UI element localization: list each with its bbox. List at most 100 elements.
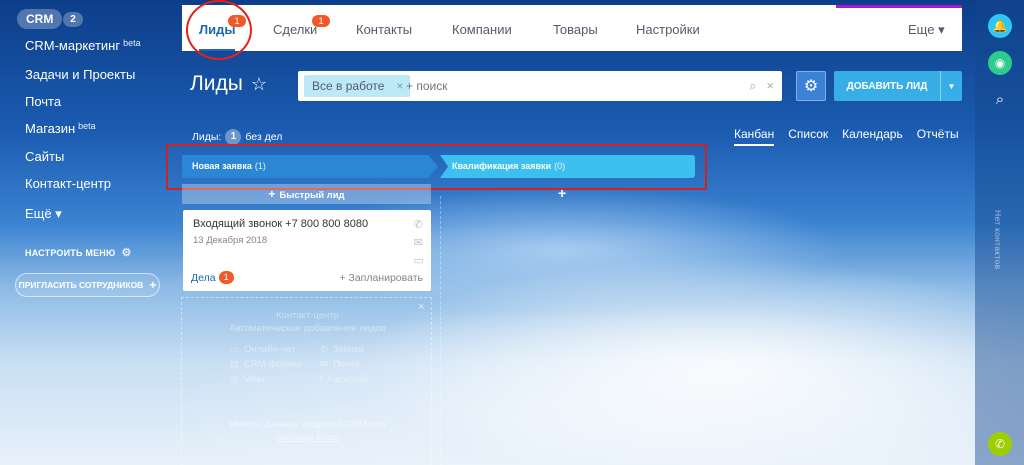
- channel-label: Почта: [332, 359, 360, 370]
- quick-lead-button[interactable]: + Быстрый лид: [182, 184, 431, 204]
- menu-item-more[interactable]: Ещё ▾: [25, 206, 62, 222]
- lead-card-date: 13 Декабря 2018: [193, 235, 268, 246]
- menu-item-label: Магазин: [25, 121, 76, 136]
- highlight-circle: [186, 0, 252, 60]
- add-to-stage-button[interactable]: +: [558, 185, 566, 201]
- tab-contacts[interactable]: Контакты: [356, 8, 412, 51]
- tab-label: Еще ▾: [908, 22, 945, 37]
- chevron-down-icon[interactable]: ▼: [940, 71, 962, 101]
- filter-tag[interactable]: Все в работе ×: [304, 75, 411, 97]
- tab-products[interactable]: Товары: [553, 8, 598, 51]
- notification-badge: 1: [312, 15, 330, 27]
- plus-icon: +: [268, 187, 276, 201]
- beta-tag: beta: [78, 121, 96, 131]
- menu-item-contact-center[interactable]: Контакт-центр: [25, 176, 111, 191]
- crm-menu-item[interactable]: CRM: [17, 9, 63, 29]
- channel-facebook[interactable]: f Facebook: [320, 374, 390, 385]
- channel-label: Звонки: [332, 344, 364, 355]
- close-icon[interactable]: ×: [418, 301, 424, 313]
- channel-list: ▭ Онлайн-чат ✆ Звонки ▤ CRM-формы ✉ Почта ◎ V…: [230, 344, 390, 385]
- column-divider: [440, 196, 441, 465]
- page-title: Лиды ☆: [190, 72, 267, 96]
- mail-icon[interactable]: ✉: [414, 236, 424, 251]
- close-icon[interactable]: ×: [396, 75, 403, 97]
- menu-item-shop[interactable]: Магазин beta: [25, 121, 96, 136]
- channel-crm-forms[interactable]: ▤ CRM-формы: [230, 359, 320, 370]
- menu-item-label: CRM-маркетинг: [25, 38, 121, 53]
- leads-count[interactable]: 1: [225, 129, 242, 145]
- view-reports[interactable]: Отчёты: [917, 127, 959, 146]
- channel-label: Онлайн-чат: [243, 344, 296, 355]
- tab-label: Сделки: [273, 22, 318, 37]
- channel-online-chat[interactable]: ▭ Онлайн-чат: [230, 344, 320, 355]
- leads-summary: Лиды: 1 без дел: [192, 129, 282, 145]
- chat-icon[interactable]: ▭: [414, 254, 424, 269]
- tab-companies[interactable]: Компании: [452, 8, 512, 51]
- channel-label: Facebook: [327, 374, 370, 385]
- settings-button[interactable]: ⚙: [796, 71, 826, 101]
- tab-label: Настройки: [636, 22, 700, 37]
- bell-icon[interactable]: 🔔: [988, 14, 1012, 38]
- accent-strip: [836, 5, 962, 8]
- menu-item-tasks[interactable]: Задачи и Проекты: [25, 67, 135, 82]
- chat-icon[interactable]: ◉: [988, 51, 1012, 75]
- mail-icon: ✉: [320, 359, 328, 370]
- phone-icon[interactable]: ✆: [414, 218, 424, 233]
- deals-link[interactable]: Дела 1: [191, 271, 234, 284]
- filter-search-bar[interactable]: Все в работе × ⌕ ×: [298, 71, 782, 101]
- left-menu: CRM 2 CRM-маркетинг beta Задачи и Проекты…: [0, 0, 170, 465]
- chat-icon: ▭: [230, 344, 239, 355]
- deals-label: Дела: [191, 271, 216, 284]
- channel-calls[interactable]: ✆ Звонки: [320, 344, 390, 355]
- tab-label: Товары: [553, 22, 598, 37]
- search-icon[interactable]: ⌕: [749, 71, 756, 101]
- page-title-text: Лиды: [190, 72, 243, 95]
- add-lead-button[interactable]: ДОБАВИТЬ ЛИД ▼: [834, 71, 962, 101]
- add-lead-label: ДОБАВИТЬ ЛИД: [846, 80, 928, 92]
- star-icon[interactable]: ☆: [251, 74, 267, 95]
- contact-center-label: Контакт-центр: [276, 310, 339, 321]
- lead-card[interactable]: Входящий звонок +7 800 800 8080 13 Декаб…: [183, 210, 431, 291]
- phone-icon: ✆: [320, 344, 328, 355]
- tab-more[interactable]: Еще ▾: [908, 8, 945, 51]
- view-switcher: Канбан Список Календарь Отчёты: [734, 127, 959, 146]
- import-text: Импорт данных из другой CRM или: [229, 419, 386, 430]
- menu-item-label: Задачи и Проекты: [25, 67, 136, 82]
- form-icon: ▤: [230, 359, 239, 370]
- import-hint: Импорт данных из другой CRM или таблицы …: [200, 418, 415, 444]
- channel-label: CRM-формы: [243, 359, 301, 370]
- tab-deals[interactable]: Сделки 1: [273, 8, 330, 51]
- menu-item-mail[interactable]: Почта: [25, 94, 61, 109]
- invite-employees-button[interactable]: ПРИГЛАСИТЬ СОТРУДНИКОВ +: [15, 273, 160, 297]
- tab-settings[interactable]: Настройки: [636, 8, 700, 51]
- leads-label: Лиды:: [192, 131, 222, 143]
- channel-viber[interactable]: ◎ Viber: [230, 374, 320, 385]
- menu-item-label: Ещё ▾: [25, 206, 62, 221]
- quick-lead-label: Быстрый лид: [279, 190, 345, 201]
- gear-icon: ⚙: [121, 247, 132, 259]
- search-icon[interactable]: ⌕: [988, 87, 1012, 111]
- gear-icon: ⚙: [803, 78, 819, 95]
- view-kanban[interactable]: Канбан: [734, 127, 775, 146]
- configure-menu-button[interactable]: НАСТРОИТЬ МЕНЮ ⚙: [25, 246, 132, 259]
- view-list[interactable]: Список: [788, 127, 828, 146]
- leads-suffix: без дел: [245, 131, 283, 143]
- menu-item-sites[interactable]: Сайты: [25, 149, 64, 164]
- channel-label: Viber: [243, 374, 266, 385]
- menu-item-crm-marketing[interactable]: CRM-маркетинг beta: [25, 38, 141, 53]
- phone-icon[interactable]: ✆: [988, 432, 1012, 456]
- plus-icon: +: [149, 278, 157, 292]
- menu-item-label: Сайты: [25, 149, 65, 164]
- deals-count-badge: 1: [218, 271, 234, 284]
- clear-icon[interactable]: ×: [766, 71, 774, 101]
- channel-mail[interactable]: ✉ Почта: [320, 359, 390, 370]
- no-contacts-label: Нет контактов: [993, 210, 1003, 270]
- lead-card-title[interactable]: Входящий звонок +7 800 800 8080: [193, 218, 368, 230]
- menu-item-label: Контакт-центр: [25, 176, 112, 191]
- schedule-link[interactable]: + Запланировать: [339, 272, 423, 284]
- view-calendar[interactable]: Календарь: [842, 127, 903, 146]
- tab-label: Компании: [452, 22, 512, 37]
- filter-tag-label: Все в работе: [312, 79, 385, 93]
- search-input[interactable]: [406, 71, 706, 101]
- import-excel-link[interactable]: таблицы Excel: [276, 432, 340, 443]
